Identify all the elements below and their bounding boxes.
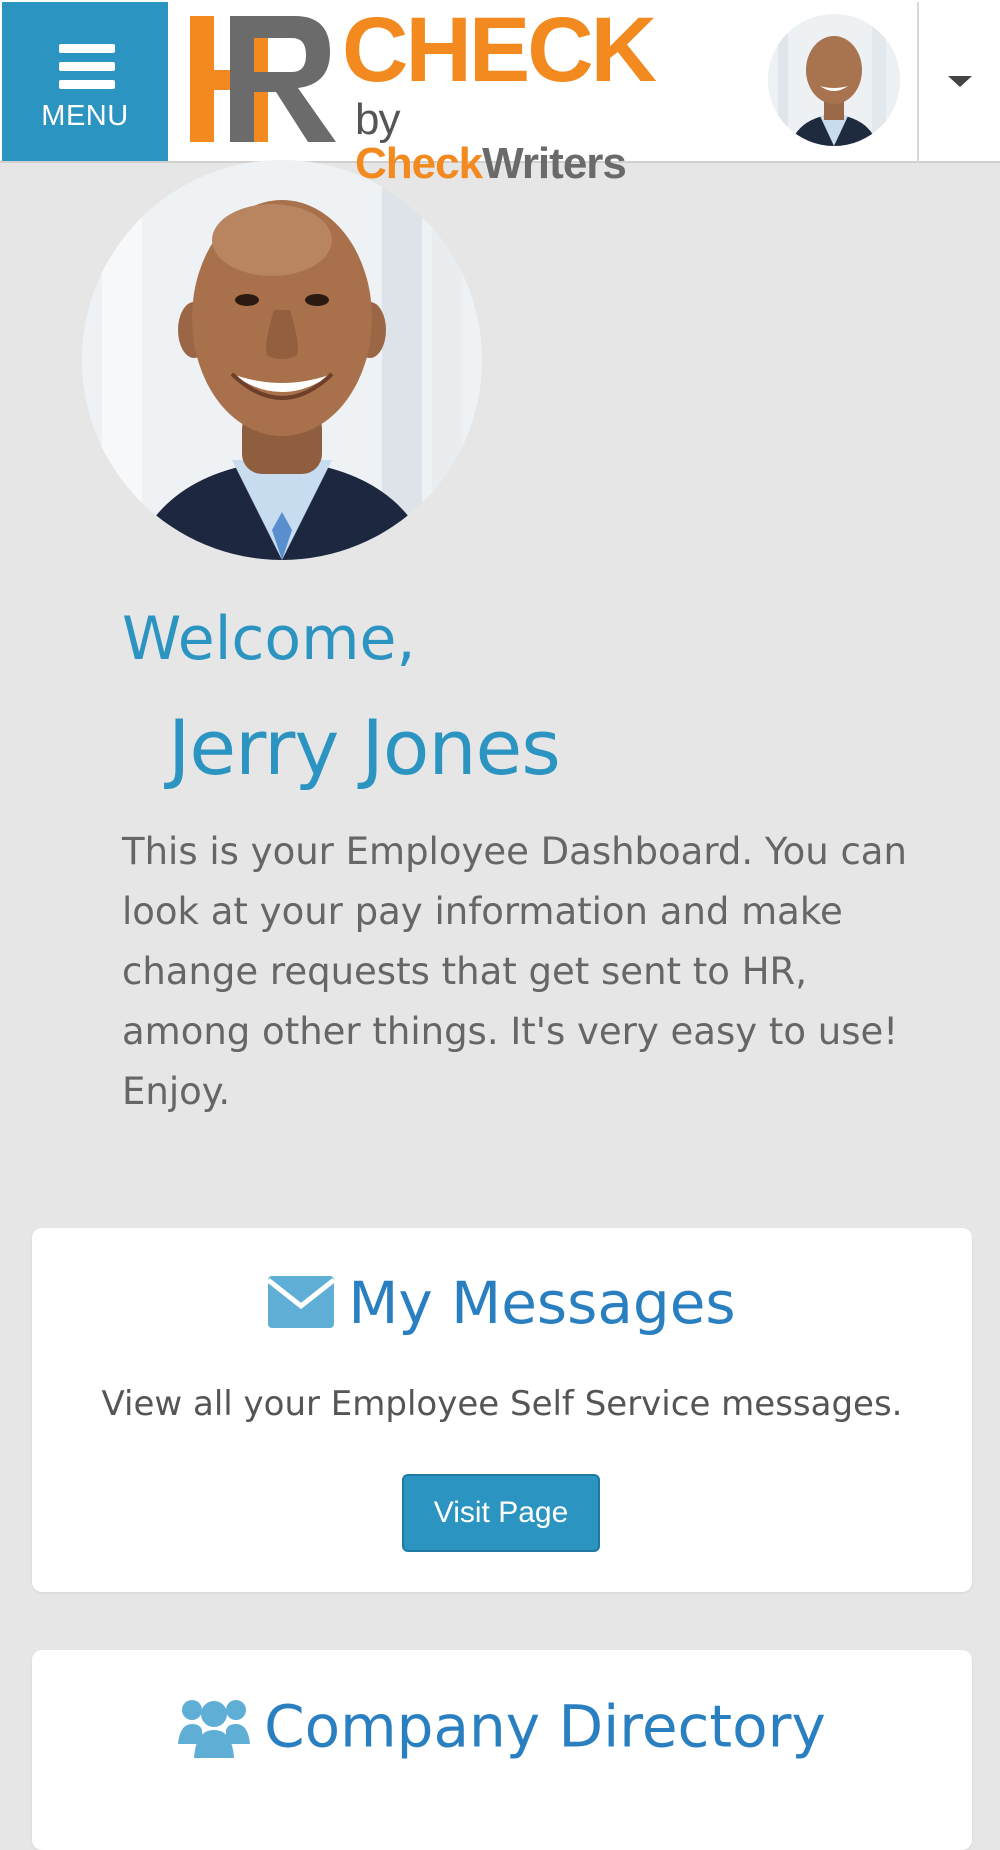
- user-avatar-large: [82, 160, 482, 560]
- dashboard-intro-text: This is your Employee Dashboard. You can…: [122, 830, 907, 1113]
- header-divider: [917, 2, 919, 163]
- my-messages-card: My Messages View all your Employee Self …: [32, 1228, 972, 1592]
- company-directory-title: Company Directory: [264, 1692, 826, 1761]
- menu-label: MENU: [41, 100, 129, 132]
- company-directory-card: Company Directory: [32, 1650, 972, 1850]
- hr-logo-mark: [190, 16, 336, 142]
- top-bar: MENU CHECK by CheckWriters: [0, 0, 1000, 186]
- menu-button[interactable]: MENU: [2, 2, 168, 161]
- hamburger-icon: [59, 44, 115, 90]
- my-messages-title-row: My Messages: [32, 1274, 972, 1337]
- logo-check-text: CHECK: [342, 0, 657, 101]
- users-icon: [178, 1694, 251, 1767]
- user-avatar-small[interactable]: [768, 14, 900, 146]
- company-directory-title-row: Company Directory: [32, 1694, 972, 1767]
- my-messages-title: My Messages: [348, 1269, 736, 1337]
- welcome-heading: Welcome,: [122, 604, 416, 674]
- user-name: Jerry Jones: [168, 703, 561, 792]
- my-messages-description: View all your Employee Self Service mess…: [101, 1384, 903, 1424]
- account-dropdown-caret-icon[interactable]: [948, 76, 972, 87]
- logo-tagline: by CheckWriters: [355, 95, 627, 188]
- hrcheck-logo[interactable]: CHECK by CheckWriters: [190, 4, 670, 186]
- envelope-icon: [266, 1276, 336, 1337]
- visit-page-button[interactable]: Visit Page: [402, 1474, 600, 1552]
